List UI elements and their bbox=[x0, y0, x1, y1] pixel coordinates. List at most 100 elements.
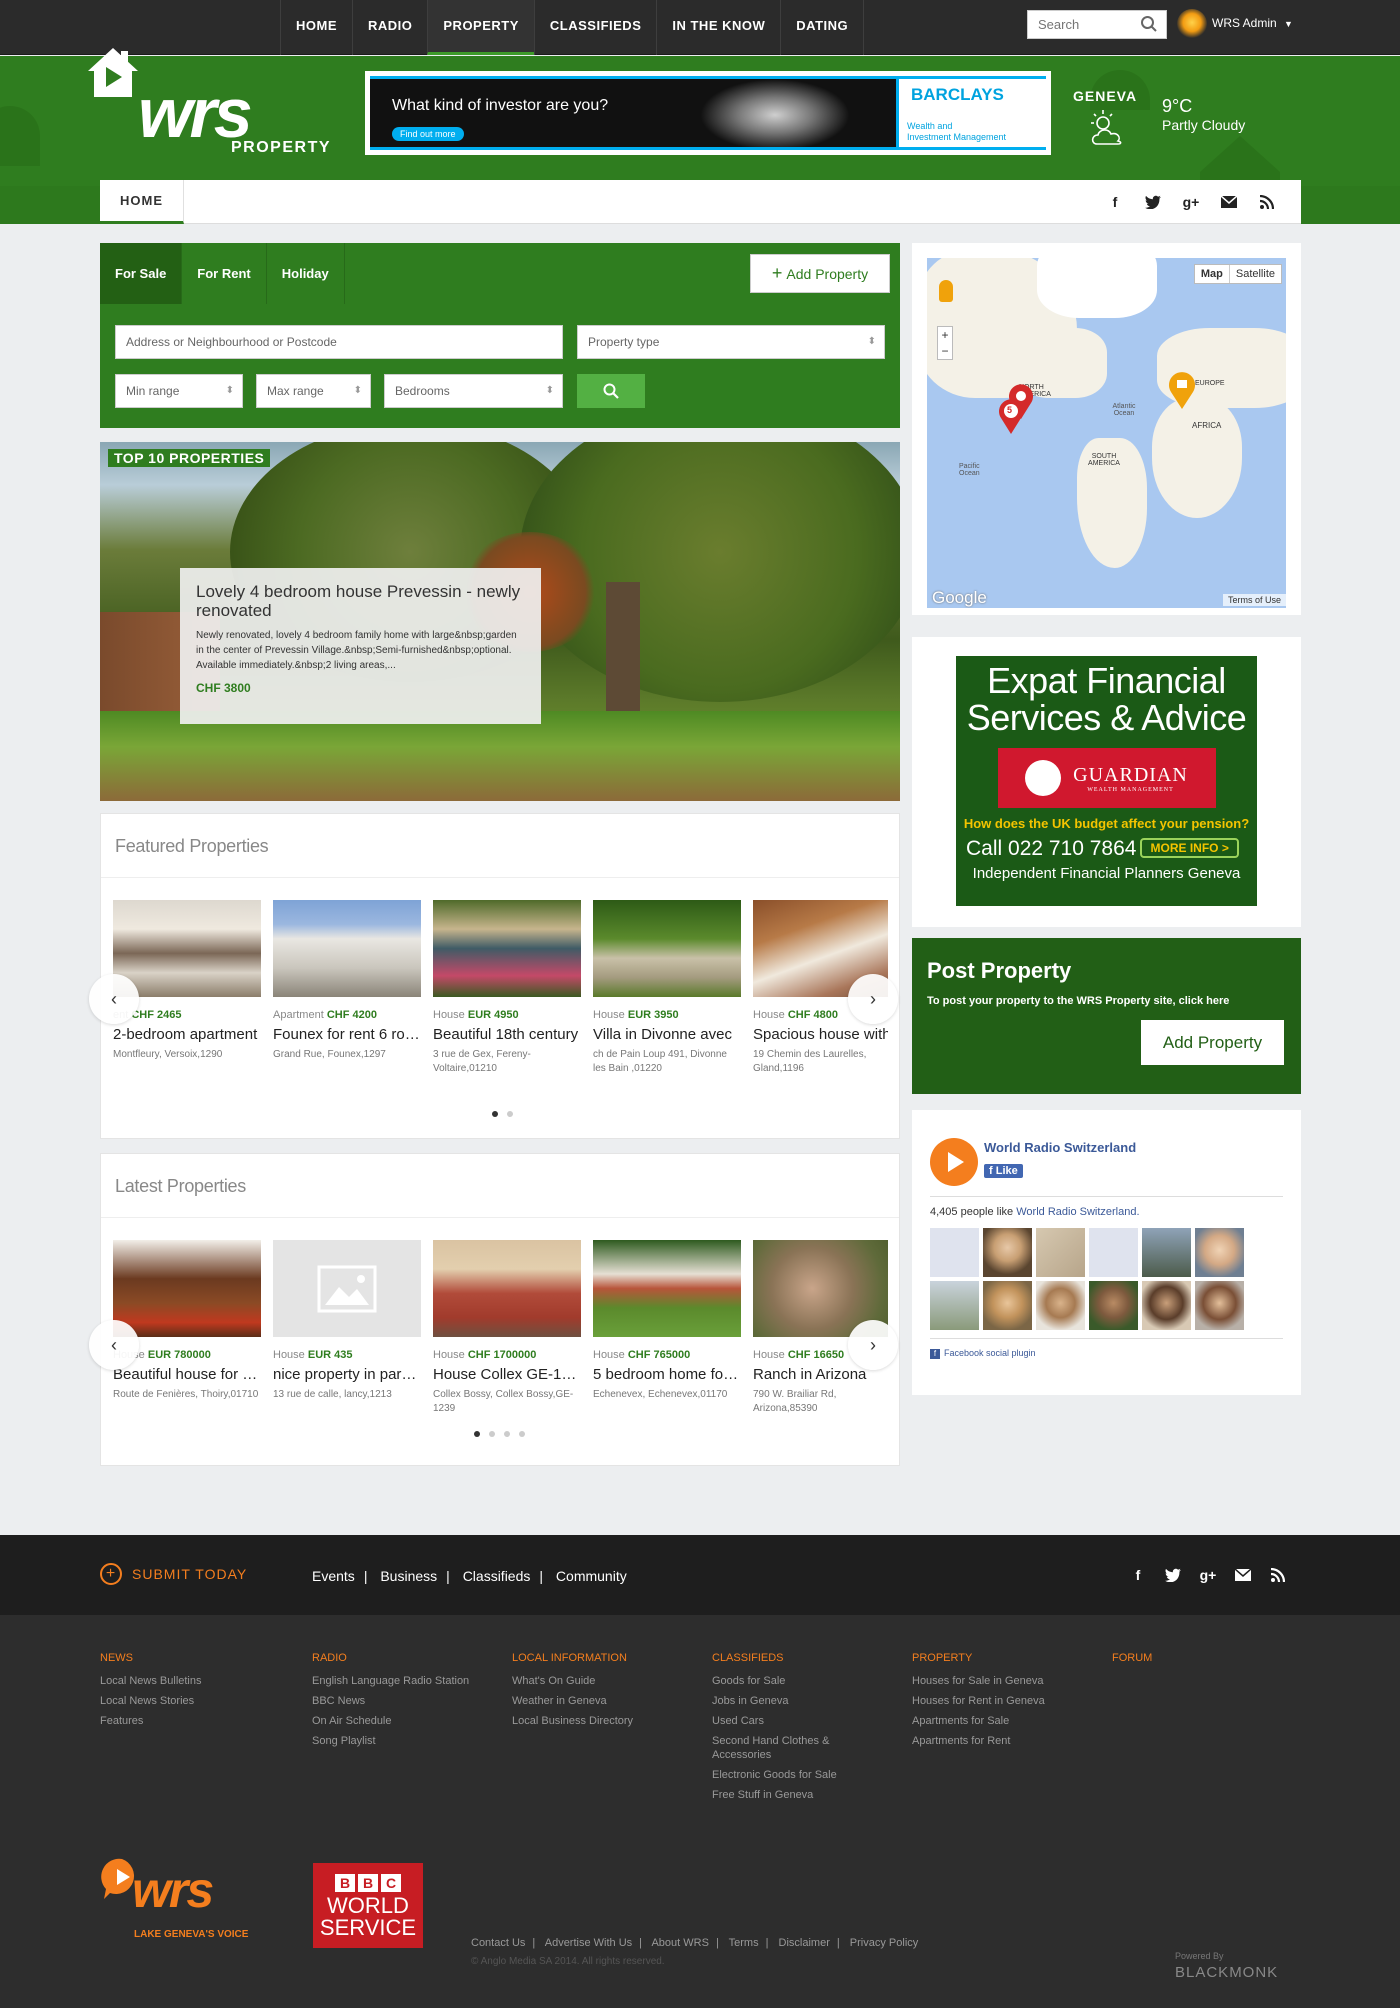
wrs-footer-logo[interactable]: wrs LAKE GENEVA'S VOICE bbox=[100, 1857, 280, 1947]
property-title[interactable]: 2-bedroom apartment bbox=[113, 1026, 261, 1043]
mail-icon[interactable] bbox=[1233, 1565, 1253, 1585]
search-icon[interactable] bbox=[1140, 15, 1158, 33]
subnav-home[interactable]: HOME bbox=[100, 180, 184, 224]
avatar[interactable] bbox=[1195, 1281, 1244, 1330]
footer-link-events[interactable]: Events bbox=[312, 1568, 355, 1584]
footer-item[interactable]: Weather in Geneva bbox=[512, 1694, 633, 1708]
map-type-map[interactable]: Map bbox=[1195, 265, 1230, 283]
footer-item[interactable]: Local Business Directory bbox=[512, 1714, 633, 1728]
property-card[interactable]: House CHF 1700000 House Collex GE-1239 C… bbox=[433, 1240, 581, 1416]
facebook-icon[interactable]: f bbox=[1105, 192, 1125, 212]
property-title[interactable]: nice property in paradise bbox=[273, 1366, 421, 1383]
nav-item-classifieds[interactable]: CLASSIFIEDS bbox=[533, 0, 656, 55]
property-card[interactable]: House CHF 765000 5 bedroom home for sale… bbox=[593, 1240, 741, 1416]
user-menu[interactable]: WRS Admin ▼ bbox=[1212, 16, 1293, 30]
google-plus-icon[interactable]: g+ bbox=[1198, 1565, 1218, 1585]
carousel-next-button[interactable]: › bbox=[848, 974, 898, 1024]
nav-item-radio[interactable]: RADIO bbox=[352, 0, 427, 55]
footer-heading[interactable]: LOCAL INFORMATION bbox=[512, 1652, 633, 1664]
avatar[interactable] bbox=[1036, 1281, 1085, 1330]
post-property-description[interactable]: To post your property to the WRS Propert… bbox=[927, 995, 1229, 1007]
carousel-prev-button[interactable]: ‹ bbox=[89, 1320, 139, 1370]
avatar[interactable] bbox=[1089, 1281, 1138, 1330]
carousel-next-button[interactable]: › bbox=[848, 1320, 898, 1370]
map-type-satellite[interactable]: Satellite bbox=[1230, 265, 1281, 283]
map-pin-icon[interactable] bbox=[1167, 371, 1197, 409]
property-title[interactable]: Beautiful 18th century bbox=[433, 1026, 581, 1043]
hero-title[interactable]: Lovely 4 bedroom house Prevessin - newly… bbox=[196, 582, 525, 620]
barclays-banner-ad[interactable]: What kind of investor are you? Find out … bbox=[365, 71, 1051, 155]
footer-item[interactable]: Used Cars bbox=[712, 1714, 862, 1728]
footer-item[interactable]: Second Hand Clothes & Accessories bbox=[712, 1734, 862, 1762]
search-button[interactable] bbox=[577, 374, 645, 408]
footer-item[interactable]: On Air Schedule bbox=[312, 1714, 469, 1728]
submit-today-link[interactable]: + SUBMIT TODAY bbox=[100, 1563, 247, 1585]
footer-link-community[interactable]: Community bbox=[556, 1568, 627, 1584]
street-view-icon[interactable] bbox=[939, 280, 953, 302]
property-image[interactable] bbox=[593, 1240, 741, 1337]
property-card[interactable]: House EUR 780000 Beautiful house for sal… bbox=[113, 1240, 261, 1416]
carousel-dot[interactable] bbox=[489, 1431, 495, 1437]
footer-link-advertise[interactable]: Advertise With Us bbox=[545, 1937, 632, 1949]
footer-link-classifieds[interactable]: Classifieds bbox=[463, 1568, 531, 1584]
property-title[interactable]: Beautiful house for sale bbox=[113, 1366, 261, 1383]
google-plus-icon[interactable]: g+ bbox=[1181, 192, 1201, 212]
twitter-icon[interactable] bbox=[1143, 192, 1163, 212]
rss-icon[interactable] bbox=[1268, 1565, 1288, 1585]
property-image[interactable] bbox=[273, 900, 421, 997]
map-type-toggle[interactable]: Map Satellite bbox=[1193, 264, 1282, 284]
map-zoom-controls[interactable]: + − bbox=[937, 326, 953, 360]
footer-link-about[interactable]: About WRS bbox=[651, 1937, 708, 1949]
footer-item[interactable]: English Language Radio Station bbox=[312, 1674, 469, 1688]
avatar[interactable] bbox=[1195, 1228, 1244, 1277]
footer-heading[interactable]: FORUM bbox=[1112, 1652, 1152, 1664]
property-image[interactable] bbox=[113, 1240, 261, 1337]
nav-item-property[interactable]: PROPERTY bbox=[427, 0, 534, 55]
avatar[interactable] bbox=[1142, 1228, 1191, 1277]
nav-item-home[interactable]: HOME bbox=[280, 0, 352, 55]
footer-item[interactable]: Jobs in Geneva bbox=[712, 1694, 862, 1708]
avatar[interactable] bbox=[1036, 1228, 1085, 1277]
property-card[interactable]: Apartment CHF 4200 Founex for rent 6 roo… bbox=[273, 900, 421, 1076]
map-pin-icon[interactable] bbox=[997, 398, 1025, 434]
footer-item[interactable]: Houses for Sale in Geneva bbox=[912, 1674, 1045, 1688]
footer-item[interactable]: Song Playlist bbox=[312, 1734, 469, 1748]
footer-link-contact[interactable]: Contact Us bbox=[471, 1937, 525, 1949]
footer-link-business[interactable]: Business bbox=[380, 1568, 437, 1584]
map-terms-link[interactable]: Terms of Use bbox=[1222, 594, 1286, 606]
bbc-world-service-logo[interactable]: BBC WORLD SERVICE bbox=[313, 1863, 423, 1948]
footer-item[interactable]: Houses for Rent in Geneva bbox=[912, 1694, 1045, 1708]
facebook-icon[interactable]: f bbox=[1128, 1565, 1148, 1585]
property-image-placeholder[interactable] bbox=[273, 1240, 421, 1337]
hero-caption[interactable]: Lovely 4 bedroom house Prevessin - newly… bbox=[180, 568, 541, 724]
footer-item[interactable]: Goods for Sale bbox=[712, 1674, 862, 1688]
property-type-select[interactable]: Property type bbox=[577, 325, 885, 359]
footer-heading[interactable]: NEWS bbox=[100, 1652, 202, 1664]
footer-item[interactable]: Free Stuff in Geneva bbox=[712, 1788, 862, 1802]
bedrooms-select[interactable]: Bedrooms bbox=[384, 374, 563, 408]
property-title[interactable]: Villa in Divonne avec bbox=[593, 1026, 741, 1043]
property-card[interactable]: House EUR 4950 Beautiful 18th century 3 … bbox=[433, 900, 581, 1076]
fb-page-link[interactable]: World Radio Switzerland. bbox=[1016, 1206, 1139, 1218]
carousel-dot[interactable] bbox=[507, 1111, 513, 1117]
add-property-button[interactable]: Add Property bbox=[1141, 1020, 1284, 1065]
avatar[interactable] bbox=[1142, 1281, 1191, 1330]
footer-heading[interactable]: CLASSIFIEDS bbox=[712, 1652, 862, 1664]
carousel-prev-button[interactable]: ‹ bbox=[89, 974, 139, 1024]
footer-item[interactable]: Apartments for Sale bbox=[912, 1714, 1045, 1728]
blackmonk-logo[interactable]: BLACKMONK bbox=[1175, 1964, 1278, 1981]
top-properties-slider[interactable]: TOP 10 PROPERTIES Lovely 4 bedroom house… bbox=[100, 442, 900, 801]
footer-item[interactable]: Local News Bulletins bbox=[100, 1674, 202, 1688]
avatar[interactable] bbox=[1177, 9, 1207, 39]
mail-icon[interactable] bbox=[1219, 192, 1239, 212]
avatar[interactable] bbox=[930, 1281, 979, 1330]
wrs-page-logo[interactable] bbox=[930, 1138, 978, 1186]
footer-link-privacy[interactable]: Privacy Policy bbox=[850, 1937, 918, 1949]
add-property-button[interactable]: + Add Property bbox=[750, 254, 890, 293]
banner-cta[interactable]: Find out more bbox=[392, 127, 464, 141]
property-map[interactable]: + − Map Satellite NORTH AMERICA Atlantic … bbox=[927, 258, 1286, 608]
address-input[interactable]: Address or Neighbourhood or Postcode bbox=[115, 325, 563, 359]
property-image[interactable] bbox=[433, 900, 581, 997]
property-card[interactable]: House EUR 3950 Villa in Divonne avec ch … bbox=[593, 900, 741, 1076]
property-image[interactable] bbox=[113, 900, 261, 997]
